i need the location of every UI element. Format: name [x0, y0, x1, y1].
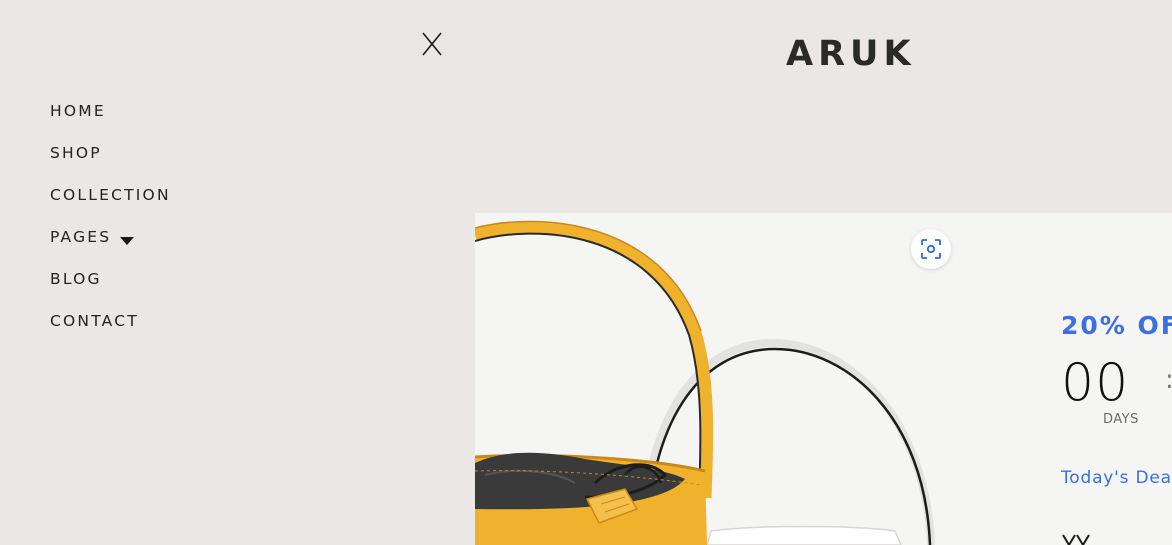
nav-item-label: CONTACT — [50, 312, 139, 330]
page: HOME SHOP COLLECTION PAGES BLOG CONTACT … — [0, 0, 1172, 545]
countdown-separator: : — [1165, 365, 1172, 395]
countdown-days-label: DAYS — [1103, 412, 1139, 427]
todays-deal-link[interactable]: Today's Dea — [1061, 468, 1172, 488]
close-icon — [422, 32, 442, 56]
nav-item-label: PAGES — [50, 228, 112, 246]
nav-item-pages[interactable]: PAGES — [50, 226, 171, 248]
nav-item-contact[interactable]: CONTACT — [50, 310, 171, 332]
hero-banner: 20% OF 00 : DAYS Today's Dea — [475, 213, 1172, 545]
lens-scan-icon — [921, 239, 941, 259]
close-menu-button[interactable] — [419, 30, 445, 58]
nav-item-label: BLOG — [50, 270, 102, 288]
offer-headline: 20% OF — [1061, 311, 1172, 340]
image-search-button[interactable] — [911, 229, 951, 269]
site-logo[interactable]: ARUK — [786, 34, 916, 74]
caret-down-icon — [119, 232, 135, 245]
drawer-nav: HOME SHOP COLLECTION PAGES BLOG CONTACT — [50, 100, 171, 352]
nav-item-collection[interactable]: COLLECTION — [50, 184, 171, 206]
nav-item-shop[interactable]: SHOP — [50, 142, 171, 164]
nav-item-label: COLLECTION — [50, 186, 171, 204]
product-image-bags — [475, 220, 935, 545]
partial-heading-glyph — [1062, 534, 1090, 545]
nav-item-blog[interactable]: BLOG — [50, 268, 171, 290]
nav-item-home[interactable]: HOME — [50, 100, 171, 122]
nav-item-label: SHOP — [50, 144, 102, 162]
countdown-days-value: 00 — [1061, 353, 1130, 413]
nav-item-label: HOME — [50, 102, 106, 120]
